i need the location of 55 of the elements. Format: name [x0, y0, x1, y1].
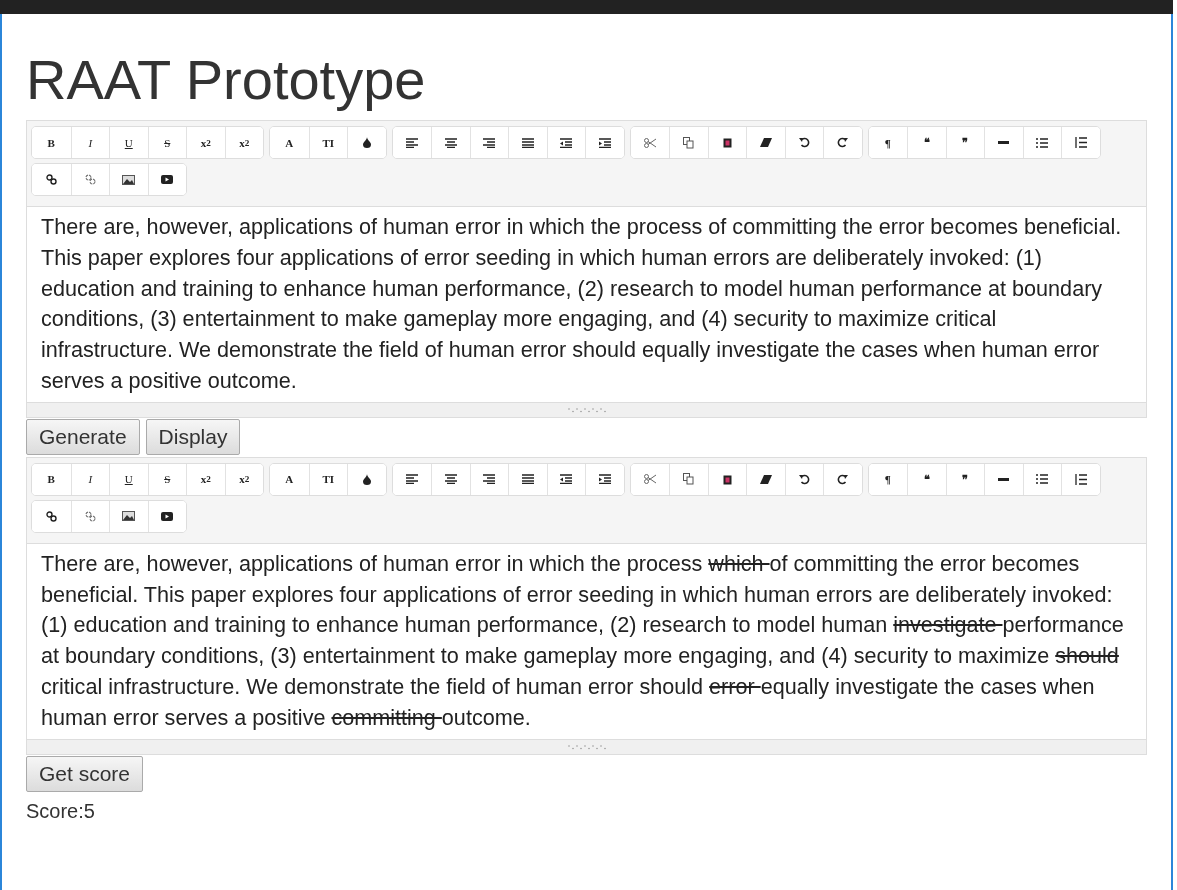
toolbar-button[interactable]: [823, 463, 862, 495]
action-button[interactable]: Generate: [26, 418, 140, 455]
scissors-icon: [643, 137, 656, 148]
align-right-icon: [483, 474, 496, 485]
toolbar-button[interactable]: [1061, 127, 1100, 158]
unlink-icon: [84, 174, 96, 185]
toolbar-button[interactable]: [347, 127, 386, 158]
copy-icon: [683, 473, 695, 486]
outdent-icon: [560, 137, 573, 148]
get-score-button[interactable]: Get score: [26, 755, 144, 792]
align-right-icon: [483, 137, 496, 148]
align-center-icon: [444, 474, 457, 485]
toolbar-button[interactable]: [585, 463, 624, 495]
grip-icon: [566, 406, 607, 413]
redo-icon: [837, 137, 849, 148]
toolbar-button[interactable]: [1061, 463, 1100, 495]
grip-icon: [566, 743, 607, 750]
align-center-icon: [444, 137, 457, 148]
align-left-icon: [405, 137, 418, 148]
toolbar-button[interactable]: [823, 127, 862, 158]
clipboard-icon: [722, 473, 732, 485]
link-icon: [45, 510, 57, 522]
justify-icon: [521, 474, 534, 485]
align-left-icon: [405, 474, 418, 485]
video-icon: [161, 175, 174, 184]
action-button[interactable]: Display: [145, 418, 241, 455]
toolbar-button[interactable]: [347, 463, 386, 495]
score-text: Score:5: [26, 799, 96, 823]
link-icon: [45, 174, 57, 185]
numbered-list-icon: [1074, 137, 1087, 148]
justify-icon: [521, 137, 534, 148]
copy-icon: [683, 136, 695, 149]
undo-icon: [798, 137, 810, 148]
toolbar-button[interactable]: [585, 127, 624, 158]
page-title: RAAT Prototype: [26, 47, 427, 113]
eraser-icon: [759, 138, 772, 147]
scissors-icon: [643, 474, 656, 485]
drop-icon: [362, 473, 371, 485]
numbered-list-icon: [1074, 473, 1087, 485]
redo-icon: [837, 473, 849, 485]
toolbar-button[interactable]: [147, 164, 186, 195]
eraser-icon: [759, 474, 772, 484]
drop-icon: [362, 137, 371, 148]
clipboard-icon: [722, 137, 732, 148]
bullet-list-icon: [1036, 137, 1049, 148]
outdent-icon: [560, 474, 573, 485]
indent-icon: [598, 474, 611, 485]
indent-icon: [598, 137, 611, 148]
image-icon: [122, 174, 136, 185]
unlink-icon: [84, 510, 96, 522]
image-icon: [122, 511, 136, 522]
bullet-list-icon: [1036, 474, 1049, 485]
undo-icon: [798, 473, 810, 485]
video-icon: [161, 511, 174, 521]
toolbar-button[interactable]: [147, 500, 186, 532]
